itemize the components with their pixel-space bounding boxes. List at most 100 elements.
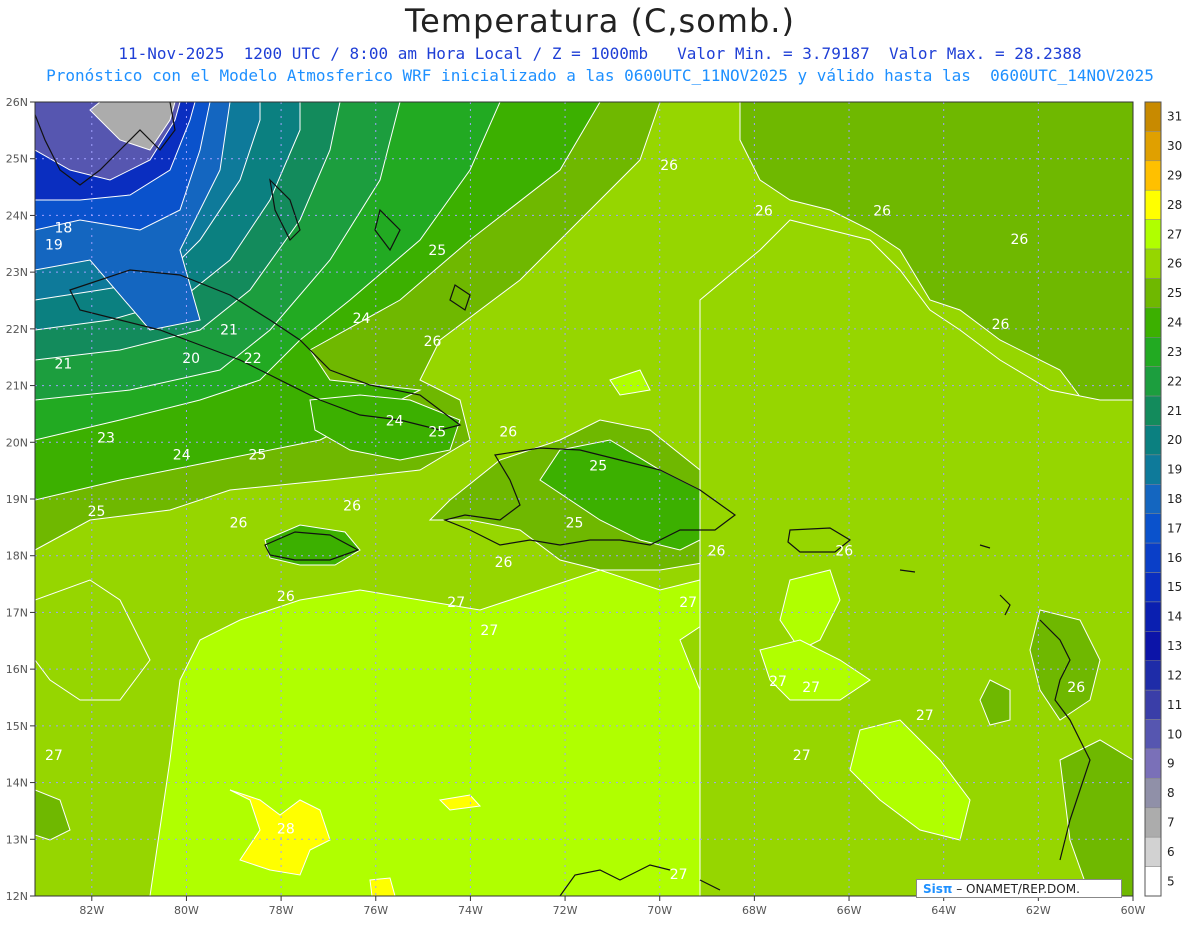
colorbar-label: 20 bbox=[1167, 433, 1182, 447]
lat-tick-label: 12N bbox=[6, 890, 28, 903]
colorbar-swatch bbox=[1144, 572, 1162, 603]
lon-tick-label: 72W bbox=[553, 904, 578, 917]
colorbar-label: 8 bbox=[1167, 786, 1175, 800]
colorbar-swatch bbox=[1144, 866, 1162, 897]
colorbar-label: 11 bbox=[1167, 698, 1182, 712]
lon-tick-label: 76W bbox=[363, 904, 388, 917]
lon-tick-label: 62W bbox=[1026, 904, 1051, 917]
colorbar-label: 17 bbox=[1167, 521, 1182, 535]
colorbar-swatch bbox=[1144, 189, 1162, 220]
shaded-field bbox=[35, 102, 1133, 896]
contour-label: 19 bbox=[45, 237, 63, 253]
lat-tick-label: 26N bbox=[6, 96, 28, 109]
colorbar-label: 9 bbox=[1167, 757, 1175, 771]
colorbar-label: 24 bbox=[1167, 316, 1182, 330]
contour-label: 25 bbox=[249, 447, 267, 463]
colorbar-swatch bbox=[1144, 778, 1162, 809]
lat-tick-label: 18N bbox=[6, 550, 28, 563]
contour-label: 25 bbox=[88, 504, 106, 520]
colorbar-swatch bbox=[1144, 278, 1162, 309]
colorbar-label: 7 bbox=[1167, 815, 1175, 829]
lat-tick-label: 24N bbox=[6, 209, 28, 222]
lat-tick-label: 25N bbox=[6, 153, 28, 166]
contour-label: 26 bbox=[1067, 680, 1085, 696]
colorbar-swatch bbox=[1144, 689, 1162, 720]
contour-label: 26 bbox=[424, 334, 442, 350]
contour-label: 27 bbox=[802, 680, 820, 696]
colorbar-label: 15 bbox=[1167, 580, 1182, 594]
credit-box: Sisπ – ONAMET/REP.DOM. bbox=[916, 879, 1122, 898]
colorbar-label: 10 bbox=[1167, 727, 1182, 741]
colorbar-label: 30 bbox=[1167, 139, 1182, 153]
colorbar-swatch bbox=[1144, 836, 1162, 867]
lat-tick-label: 16N bbox=[6, 663, 28, 676]
colorbar-swatch bbox=[1144, 307, 1162, 338]
contour-label: 26 bbox=[1010, 232, 1028, 248]
contour-label: 26 bbox=[755, 203, 773, 219]
lat-tick-label: 23N bbox=[6, 266, 28, 279]
lat-tick-label: 22N bbox=[6, 323, 28, 336]
lat-tick-label: 17N bbox=[6, 606, 28, 619]
colorbar-swatch bbox=[1144, 542, 1162, 573]
colorbar-label: 13 bbox=[1167, 639, 1182, 653]
contour-label: 27 bbox=[480, 623, 498, 639]
colorbar-swatch bbox=[1144, 748, 1162, 779]
temperature-colorbar: 31 30 29 28 27 26 25 24 23 22 21 20 19 18 17 16 15 14 13 12… bbox=[1144, 101, 1182, 897]
contour-label: 23 bbox=[97, 430, 115, 446]
colorbar-label: 25 bbox=[1167, 286, 1182, 300]
colorbar-label: 6 bbox=[1167, 845, 1175, 859]
lat-tick-label: 20N bbox=[6, 436, 28, 449]
contour-label: 26 bbox=[343, 498, 361, 514]
colorbar-swatch bbox=[1144, 601, 1162, 632]
sispi-logo: Sisπ bbox=[923, 882, 953, 896]
lon-tick-label: 60W bbox=[1121, 904, 1146, 917]
colorbar-label: 28 bbox=[1167, 198, 1182, 212]
colorbar-swatch bbox=[1144, 131, 1162, 162]
contour-label: 26 bbox=[230, 515, 248, 531]
contour-label: 25 bbox=[566, 515, 584, 531]
field-28-patch-small-2 bbox=[369, 877, 396, 896]
lon-tick-label: 66W bbox=[837, 904, 862, 917]
contour-label: 27 bbox=[916, 708, 934, 724]
colorbar-label: 22 bbox=[1167, 374, 1182, 388]
colorbar-swatch bbox=[1144, 631, 1162, 661]
contour-label: 27 bbox=[769, 674, 787, 690]
colorbar-swatch bbox=[1144, 337, 1162, 367]
colorbar-label: 21 bbox=[1167, 404, 1182, 418]
temperature-map: 1819202121222324242425252525252526262626… bbox=[6, 96, 1183, 917]
colorbar-label: 5 bbox=[1167, 874, 1175, 888]
lon-tick-label: 64W bbox=[931, 904, 956, 917]
contour-label: 25 bbox=[428, 425, 446, 441]
contour-label: 26 bbox=[495, 555, 513, 571]
contour-label: 26 bbox=[499, 425, 517, 441]
contour-label: 20 bbox=[182, 351, 200, 367]
colorbar-label: 19 bbox=[1167, 463, 1182, 477]
colorbar-swatch bbox=[1144, 395, 1162, 426]
credit-text: – ONAMET/REP.DOM. bbox=[952, 882, 1080, 896]
colorbar-label: 31 bbox=[1167, 110, 1182, 124]
contour-label: 28 bbox=[277, 822, 295, 838]
contour-label: 21 bbox=[54, 357, 72, 373]
contour-label: 18 bbox=[54, 220, 72, 236]
colorbar-swatch bbox=[1144, 219, 1162, 250]
colorbar-label: 12 bbox=[1167, 668, 1182, 682]
colorbar-label: 14 bbox=[1167, 610, 1182, 624]
lon-tick-label: 82W bbox=[79, 904, 104, 917]
contour-label: 26 bbox=[835, 544, 853, 560]
contour-label: 24 bbox=[353, 311, 371, 327]
contour-label: 21 bbox=[220, 323, 238, 339]
contour-label: 27 bbox=[447, 595, 465, 611]
colorbar-label: 26 bbox=[1167, 257, 1182, 271]
contour-label: 27 bbox=[670, 867, 688, 883]
contour-label: 26 bbox=[992, 317, 1010, 333]
colorbar-swatch bbox=[1144, 248, 1162, 279]
colorbar-swatch bbox=[1144, 660, 1162, 691]
colorbar-label: 23 bbox=[1167, 345, 1182, 359]
lat-tick-label: 19N bbox=[6, 493, 28, 506]
contour-label: 27 bbox=[45, 748, 63, 764]
contour-label: 27 bbox=[793, 748, 811, 764]
colorbar-swatch bbox=[1144, 484, 1162, 514]
colorbar-swatch bbox=[1144, 719, 1162, 750]
lon-tick-label: 78W bbox=[269, 904, 294, 917]
colorbar-label: 27 bbox=[1167, 227, 1182, 241]
